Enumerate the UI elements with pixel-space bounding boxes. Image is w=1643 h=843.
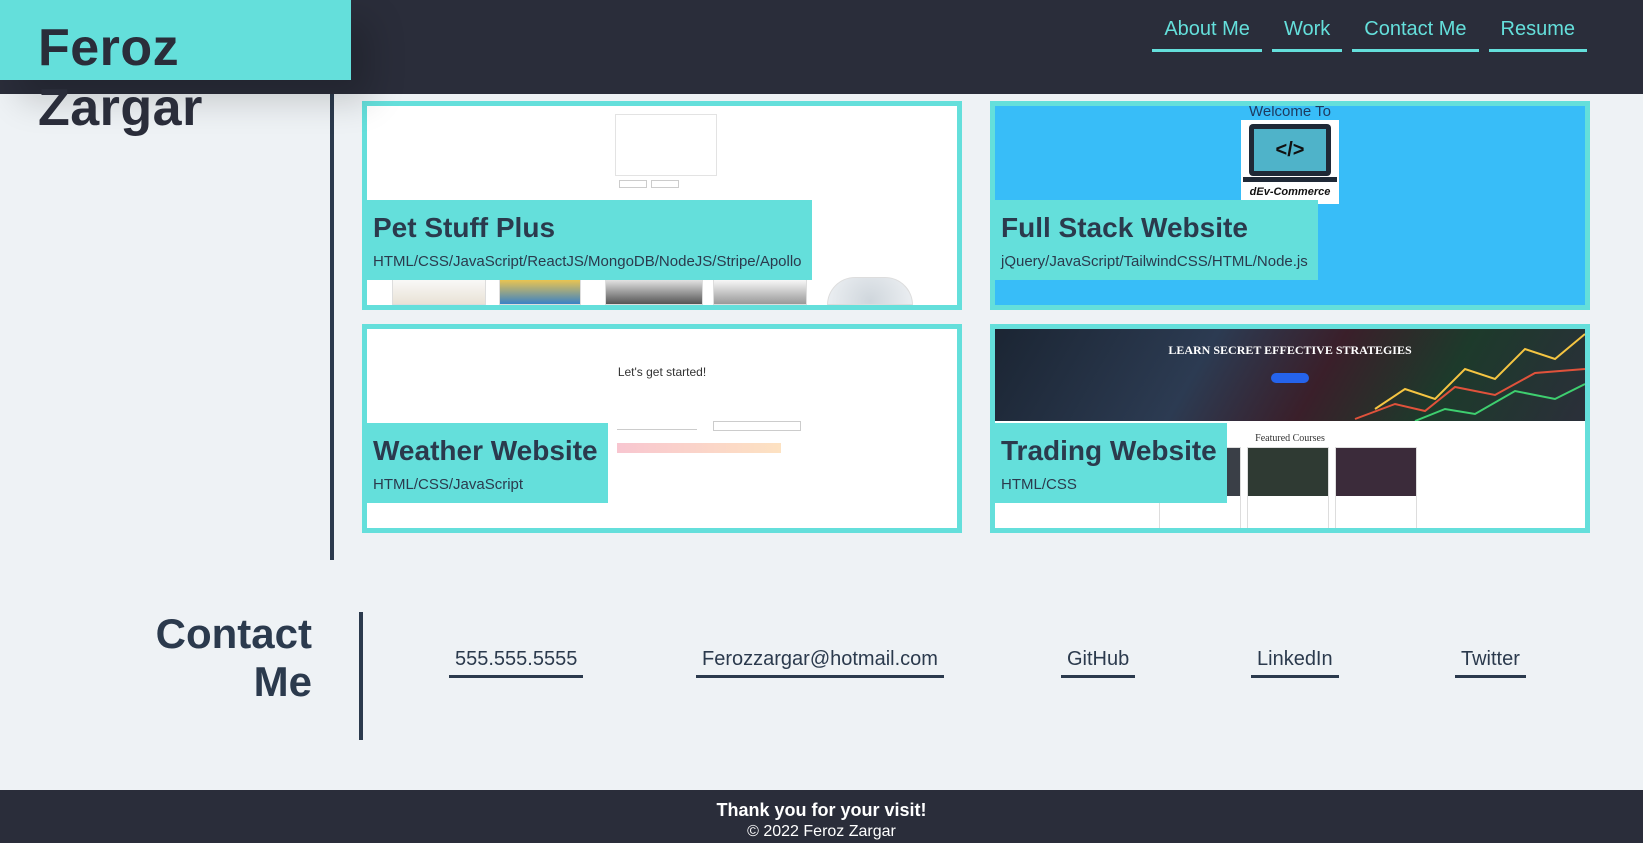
project-label: Full Stack Website jQuery/JavaScript/Tai…: [995, 200, 1318, 280]
project-tech: HTML/CSS/JavaScript/ReactJS/MongoDB/Node…: [373, 253, 802, 270]
preview-banner-text: LEARN SECRET EFFECTIVE STRATEGIES: [1168, 343, 1412, 357]
preview-logo-text: dEv-Commerce: [1249, 186, 1331, 198]
site-footer: Thank you for your visit! © 2022 Feroz Z…: [0, 790, 1643, 843]
project-tech: HTML/CSS: [1001, 476, 1077, 493]
project-label: Weather Website HTML/CSS/JavaScript: [367, 423, 608, 503]
contact-twitter-link[interactable]: Twitter: [1455, 648, 1526, 678]
project-title: Pet Stuff Plus: [373, 212, 556, 243]
project-title: Weather Website: [373, 435, 598, 466]
contact-phone-link[interactable]: 555.555.5555: [449, 648, 584, 678]
work-divider: [330, 94, 334, 560]
main-nav: About Me Work Contact Me Resume: [1152, 16, 1587, 52]
laptop-logo-icon: </> dEv-Commerce: [1241, 120, 1339, 204]
footer-copyright: © 2022 Feroz Zargar: [747, 823, 896, 840]
nav-work[interactable]: Work: [1271, 16, 1343, 52]
footer-thanks: Thank you for your visit!: [716, 800, 927, 820]
contact-email-link[interactable]: Ferozzargar@hotmail.com: [696, 648, 944, 678]
contact-linkedin-link[interactable]: LinkedIn: [1251, 648, 1339, 678]
brand-name[interactable]: Feroz Zargar: [38, 18, 351, 138]
preview-banner: LEARN SECRET EFFECTIVE STRATEGIES: [995, 329, 1585, 421]
project-label: Pet Stuff Plus HTML/CSS/JavaScript/React…: [367, 200, 812, 280]
nav-about-me[interactable]: About Me: [1152, 16, 1262, 52]
project-label: Trading Website HTML/CSS: [995, 423, 1227, 503]
project-title: Full Stack Website: [1001, 212, 1248, 243]
project-card-trading-website[interactable]: LEARN SECRET EFFECTIVE STRATEGIES Featur…: [990, 324, 1590, 533]
project-card-weather-website[interactable]: Let's get started! Weather Website HTML/…: [362, 324, 962, 533]
contact-github-link[interactable]: GitHub: [1061, 648, 1136, 678]
project-tech: jQuery/JavaScript/TailwindCSS/HTML/Node.…: [1001, 253, 1308, 270]
nav-resume[interactable]: Resume: [1488, 16, 1587, 52]
project-card-pet-stuff-plus[interactable]: Pet Stuff Plus HTML/CSS/JavaScript/React…: [362, 101, 962, 310]
nav-contact-me[interactable]: Contact Me: [1352, 16, 1479, 52]
site-header: Feroz Zargar About Me Work Contact Me Re…: [0, 0, 1643, 137]
brand-block: Feroz Zargar: [0, 0, 351, 137]
project-title: Trading Website: [1001, 435, 1217, 466]
contact-links: 555.555.5555 Ferozzargar@hotmail.com Git…: [0, 648, 1643, 688]
project-tech: HTML/CSS/JavaScript: [373, 476, 524, 493]
project-card-full-stack-website[interactable]: Welcome To </> dEv-Commerce Full Stack W…: [990, 101, 1590, 310]
preview-heading: Let's get started!: [617, 365, 707, 379]
preview-welcome-text: Welcome To: [1249, 103, 1331, 120]
